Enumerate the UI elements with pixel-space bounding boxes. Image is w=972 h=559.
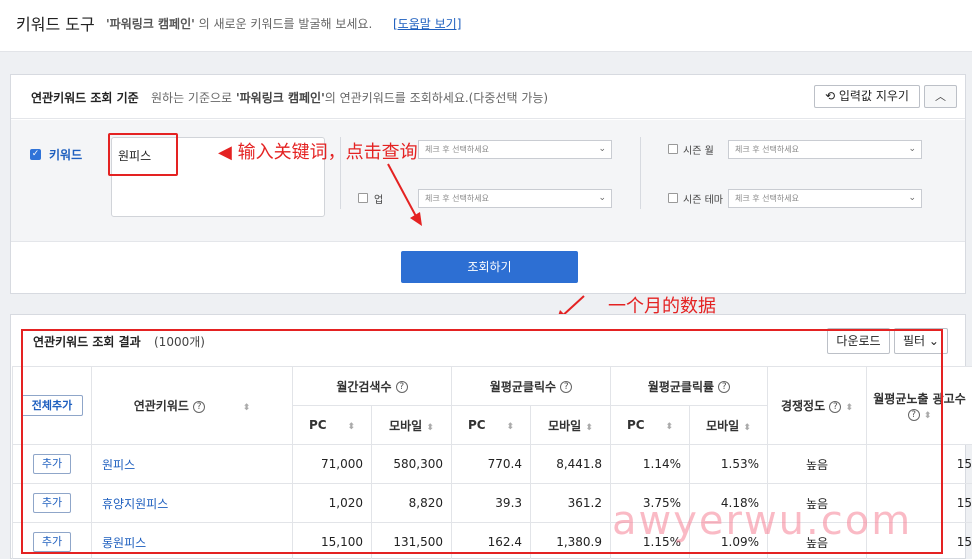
subtitle-text: 의 새로운 키워드를 발굴해 보세요.: [198, 17, 373, 31]
season-month-select[interactable]: 체크 후 선택하세요 ⌄: [728, 140, 922, 159]
divider: [340, 137, 341, 209]
chevron-down-icon: ⌄: [908, 193, 916, 203]
reset-inputs-button[interactable]: ⟲ 입력값 지우기: [814, 85, 920, 108]
top-bar: 키워드 도구 '파워링크 캠페인' 의 새로운 키워드를 발굴해 보세요. [도…: [0, 0, 972, 52]
season-theme-select[interactable]: 체크 후 선택하세요 ⌄: [728, 189, 922, 208]
filter2-select[interactable]: 체크 후 선택하세요 ⌄: [418, 189, 612, 208]
filter1-select[interactable]: 체크 후 선택하세요 ⌄: [418, 140, 612, 159]
keyword-highlight-box: [108, 133, 178, 176]
chevron-down-icon: ⌄: [598, 144, 606, 154]
collapse-button[interactable]: ︿: [924, 85, 957, 108]
query-button[interactable]: 조회하기: [401, 251, 578, 283]
filter2-placeholder: 체크 후 선택하세요: [425, 194, 489, 203]
season-month-checkbox[interactable]: [668, 144, 678, 154]
season-theme-checkbox[interactable]: [668, 193, 678, 203]
season-theme-placeholder: 체크 후 선택하세요: [735, 194, 799, 203]
watermark: awyerwu.com: [612, 498, 913, 544]
chevron-up-icon: ︿: [935, 90, 946, 103]
arrow-down-annotation-icon: [387, 163, 422, 226]
divider: [640, 137, 641, 209]
criteria-title: 연관키워드 조회 기준: [31, 91, 139, 105]
arrow-left-icon: ◀: [218, 142, 232, 163]
criteria-header: 연관키워드 조회 기준 원하는 기준으로 '파워링크 캠페인'의 연관키워드를 …: [11, 75, 965, 119]
criteria-desc-after: 의 연관키워드를 조회하세요.(다중선택 가능): [324, 91, 549, 105]
filter1-placeholder: 체크 후 선택하세요: [425, 145, 489, 154]
keyword-label: 키워드: [49, 148, 83, 162]
filter2-checkbox[interactable]: [358, 193, 368, 203]
page-title: 키워드 도구: [16, 15, 95, 34]
criteria-description: 원하는 기준으로 '파워링크 캠페인'의 연관키워드를 조회하세요.(다중선택 …: [151, 89, 548, 106]
chevron-down-icon: ⌄: [908, 144, 916, 154]
season-month-placeholder: 체크 후 선택하세요: [735, 145, 799, 154]
criteria-desc-before: 원하는 기준으로: [151, 91, 233, 105]
help-link[interactable]: [도움말 보기]: [393, 15, 461, 32]
season-month-label: 시즌 월: [683, 146, 714, 157]
campaign-name: '파워링크 캠페인': [106, 17, 195, 31]
page-subtitle: '파워링크 캠페인' 의 새로운 키워드를 발굴해 보세요.: [106, 15, 372, 32]
criteria-desc-campaign: '파워링크 캠페인': [235, 91, 325, 105]
keyword-checkbox[interactable]: ✓: [30, 149, 41, 160]
reset-label: 입력값 지우기: [838, 89, 909, 103]
reset-icon: ⟲: [825, 89, 836, 103]
chevron-down-icon: ⌄: [598, 193, 606, 203]
season-theme-label: 시즌 테마: [683, 195, 723, 206]
